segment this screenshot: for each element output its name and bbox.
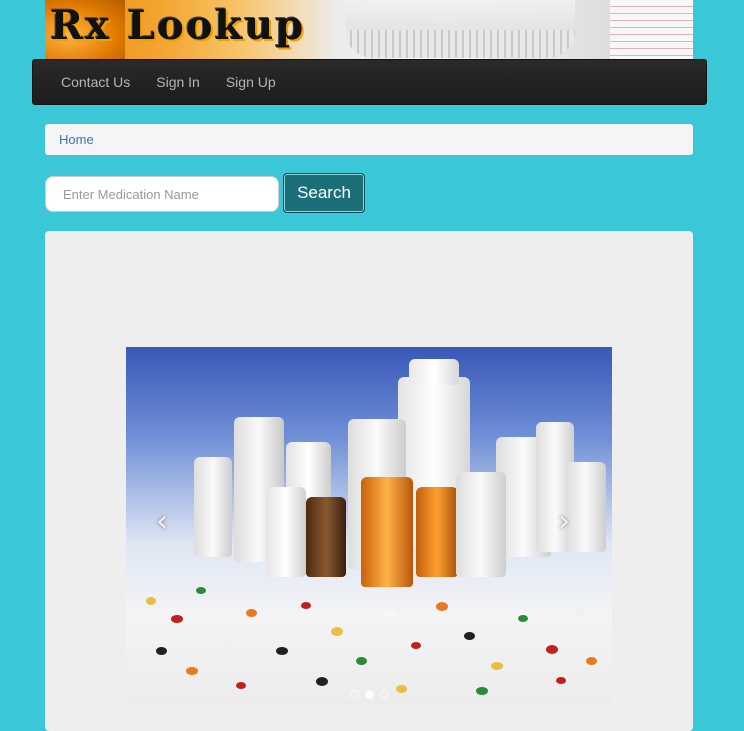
pill <box>464 632 475 640</box>
carousel-indicator[interactable] <box>379 690 389 699</box>
carousel-prev-arrow[interactable]: ‹ <box>150 507 174 537</box>
bottle-shape <box>266 487 306 577</box>
pill <box>156 647 167 655</box>
pill <box>146 597 156 605</box>
pill <box>436 602 448 611</box>
prescription-label-graphic <box>610 0 693 59</box>
bottle-shape <box>194 457 232 557</box>
nav-contact-us[interactable]: Contact Us <box>48 74 143 90</box>
image-carousel: ‹ › <box>126 347 612 705</box>
pill <box>586 657 597 665</box>
medication-bottles-image <box>126 347 612 705</box>
bottle-cap-ridges <box>345 30 575 58</box>
pill <box>246 609 257 617</box>
medication-search-input[interactable] <box>45 176 279 212</box>
bottle-shape <box>456 472 506 577</box>
pill <box>411 642 421 649</box>
bottle-shape <box>409 359 459 385</box>
pill <box>316 677 328 686</box>
pill <box>546 645 558 654</box>
site-logo[interactable]: Rx Lookup <box>50 2 305 49</box>
pill <box>236 682 246 689</box>
pill <box>221 637 233 646</box>
nav-sign-in[interactable]: Sign In <box>143 74 213 90</box>
bottle-shape <box>306 497 346 577</box>
top-navbar: Contact Us Sign In Sign Up <box>32 59 707 105</box>
carousel-indicators <box>126 690 612 699</box>
pill <box>301 602 311 609</box>
breadcrumb: Home <box>45 124 693 155</box>
search-button[interactable]: Search <box>283 173 365 213</box>
breadcrumb-home-link[interactable]: Home <box>59 132 94 147</box>
pill <box>356 657 367 665</box>
pill <box>491 662 503 670</box>
carousel-indicator[interactable] <box>349 690 359 699</box>
bottle-shape <box>416 487 458 577</box>
pill <box>556 677 566 684</box>
nav-sign-up[interactable]: Sign Up <box>213 74 289 90</box>
carousel-next-arrow[interactable]: › <box>552 507 576 537</box>
pill <box>518 615 528 622</box>
pill <box>196 587 206 594</box>
bottle-shape <box>361 477 413 587</box>
pill <box>384 609 396 617</box>
carousel-indicator-active[interactable] <box>364 690 374 699</box>
pill <box>574 609 585 617</box>
content-panel: ‹ › <box>45 231 693 731</box>
pill <box>331 627 343 636</box>
pill <box>276 647 288 655</box>
site-banner: Rx Lookup <box>45 0 693 59</box>
pill <box>186 667 198 675</box>
pill <box>171 615 183 623</box>
